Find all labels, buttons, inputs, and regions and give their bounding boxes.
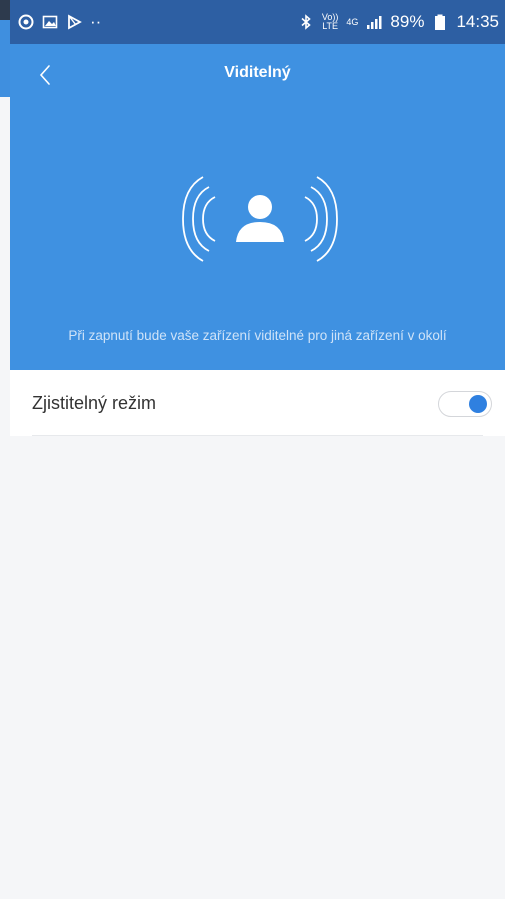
visibility-hint: Při zapnutí bude vaše zařízení viditelné… (68, 328, 447, 343)
row-divider (32, 435, 483, 436)
gallery-icon (42, 15, 58, 29)
status-left-icons: ·· (10, 12, 101, 32)
phone-screen: ·· Vo)) LTE 4G 89% 14:35 Viditelný Při z… (10, 0, 505, 899)
more-notifications-icon: ·· (90, 12, 102, 31)
battery-percent: 89% (390, 12, 425, 31)
toggle-knob (469, 395, 487, 413)
discoverable-mode-label: Zjistitelný režim (32, 393, 157, 413)
page-title: Viditelný (224, 64, 291, 81)
discoverable-mode-row[interactable]: Zjistitelný režim (10, 370, 505, 436)
bluetooth-icon (301, 14, 311, 30)
hero-header: Viditelný Při zapnutí bude vaše zařízení… (10, 44, 505, 370)
at-sign-icon (18, 14, 34, 30)
signal-icon (367, 16, 382, 29)
left-edge-blue (0, 20, 10, 97)
clock: 14:35 (456, 12, 499, 31)
battery-icon (435, 14, 446, 30)
visibility-broadcast-icon (182, 176, 338, 262)
volte-indicator: Vo)) LTE (321, 12, 339, 31)
play-store-icon (68, 14, 82, 30)
status-right-icons: Vo)) LTE 4G 89% 14:35 (298, 12, 505, 32)
status-bar: ·· Vo)) LTE 4G 89% 14:35 (10, 0, 505, 44)
network-type: 4G (346, 16, 359, 27)
left-edge-strip (0, 0, 10, 899)
discoverable-mode-toggle[interactable] (438, 391, 492, 417)
